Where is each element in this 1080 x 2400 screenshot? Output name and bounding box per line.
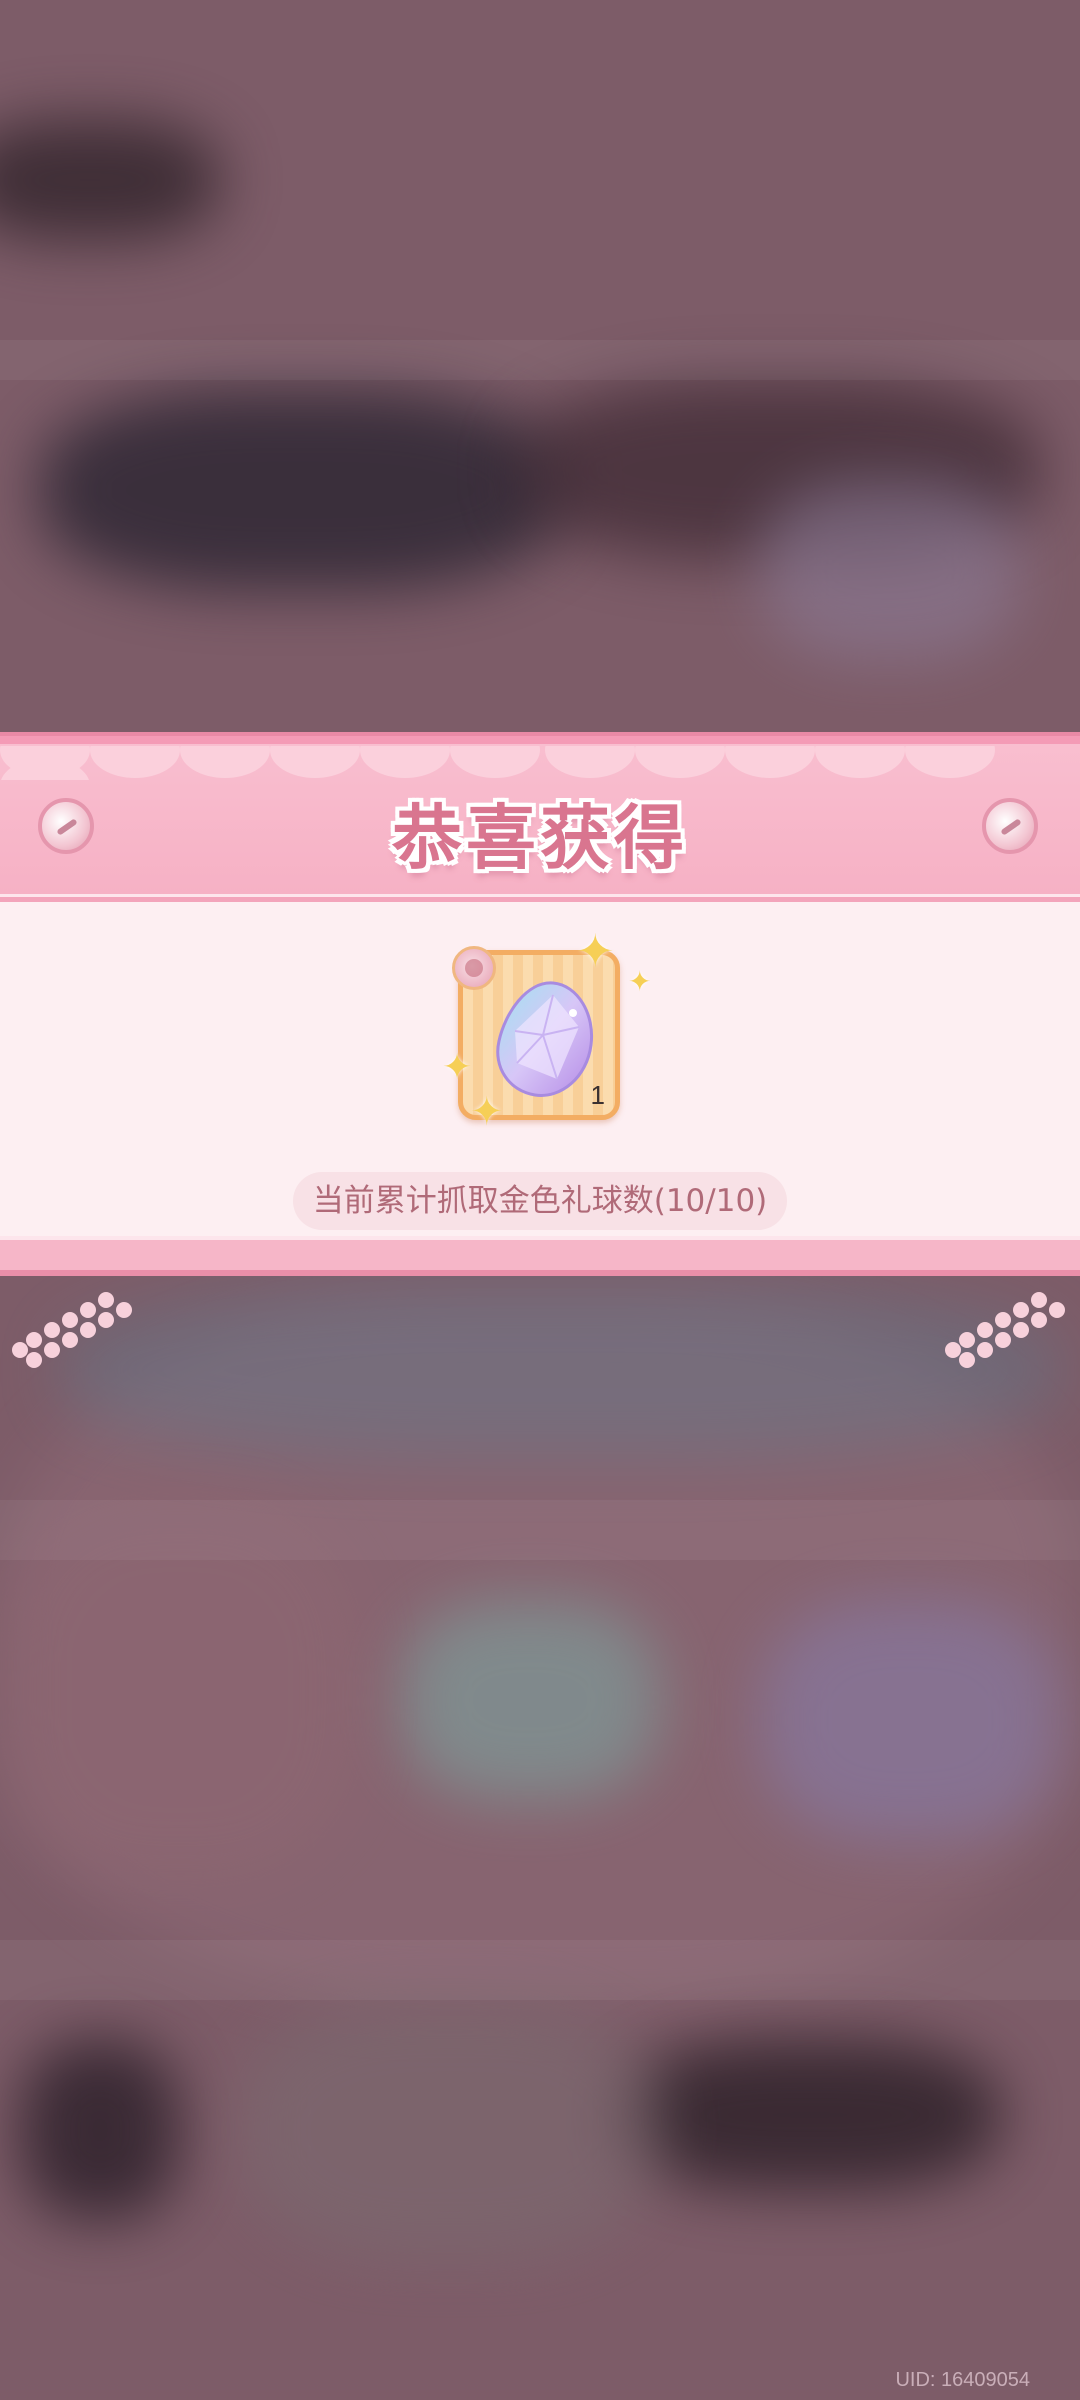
dot-pattern-decoration <box>945 1292 1080 1382</box>
progress-pill: 当前累计抓取金色礼球数(10/10) <box>293 1172 787 1230</box>
popup-title: 恭喜获得 <box>392 797 688 879</box>
sparkle-icon: ✦ <box>442 1047 473 1088</box>
crystal-gem-icon <box>496 981 594 1097</box>
uid-label: UID: 16409054 <box>895 2369 1030 2391</box>
character-badge-icon <box>452 946 496 990</box>
popup-footer-band <box>0 1236 1080 1276</box>
sparkle-icon: ✦ <box>576 924 615 978</box>
item-count: 1 <box>590 1080 605 1110</box>
reward-popup[interactable]: 恭喜获得 1 ✦ ✦ ✦ ✦ 当前累计抓取金色礼球数(10/10) <box>0 732 1080 1368</box>
progress-text: 当前累计抓取金色礼球数(10/10) <box>312 1183 768 1219</box>
dot-pattern-decoration <box>12 1292 152 1382</box>
sparkle-icon: ✦ <box>628 965 652 998</box>
scallop-decoration <box>0 746 1080 780</box>
popup-header: 恭喜获得 <box>0 732 1080 909</box>
sparkle-icon: ✦ <box>470 1089 504 1135</box>
